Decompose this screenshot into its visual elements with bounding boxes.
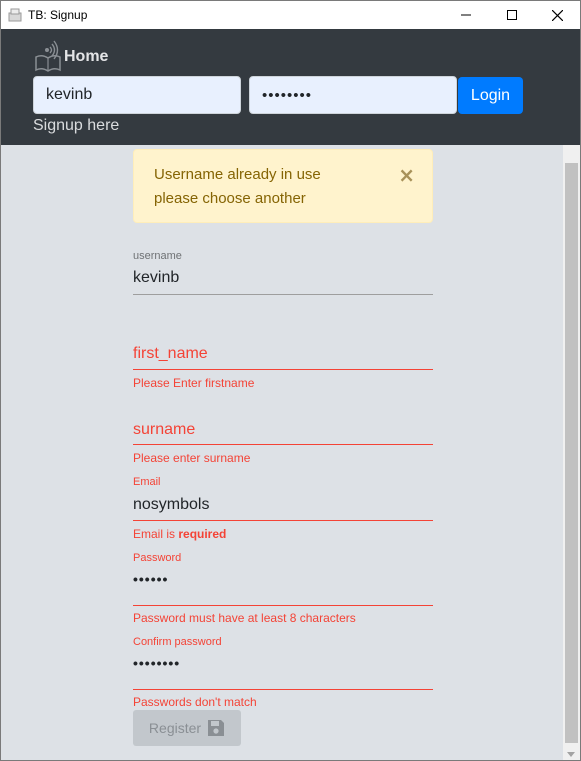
email-underline [133,520,433,521]
scroll-down-arrow-icon[interactable] [567,752,575,757]
confirm-password-value: •••••••• [133,655,181,671]
login-password-value: •••••••• [262,86,313,104]
password-label: Password [133,552,182,564]
floppy-disk-icon [208,720,225,736]
surname-error: Please enter surname [133,451,251,465]
username-value: kevinb [133,269,180,286]
scrollbar-thumb[interactable] [565,163,578,743]
username-taken-alert: Username already in use please choose an… [133,149,433,223]
maximize-icon [507,10,517,20]
first-name-error: Please Enter firstname [133,376,255,390]
login-button[interactable]: Login [458,77,523,114]
book-signal-icon [35,40,61,72]
email-error-text: Email is [133,527,179,541]
signup-link[interactable]: Signup here [33,117,119,135]
surname-placeholder: surname [133,421,196,438]
login-password-input[interactable]: •••••••• [249,76,457,114]
navbar: Home kevinb •••••••• Login Signup here [1,29,580,145]
app-icon [8,8,22,22]
first-name-field[interactable]: first_name Please Enter firstname [133,343,433,393]
email-error: Email is required [133,527,226,541]
title-bar: TB: Signup [1,1,580,29]
app-window: TB: Signup Home kevinb •••••••• Login Si… [0,0,581,761]
email-label: Email [133,476,161,488]
username-underline [133,294,433,295]
alert-line-2: please choose another [154,190,306,207]
alert-close-icon[interactable]: × [398,163,415,187]
vertical-scrollbar[interactable] [563,145,580,760]
close-window-button[interactable] [534,1,580,29]
username-field[interactable]: username kevinb [133,249,433,297]
minimize-button[interactable] [443,1,489,29]
password-error: Password must have at least 8 characters [133,611,356,625]
password-underline [133,605,433,606]
close-icon [551,9,563,21]
maximize-button[interactable] [489,1,535,29]
email-value: nosymbols [133,496,210,513]
surname-underline [133,444,433,445]
first-name-underline [133,369,433,370]
email-field[interactable]: Email nosymbols Email is required [133,475,433,543]
email-error-strong: required [178,527,227,541]
username-label: username [133,250,182,262]
window-title: TB: Signup [28,8,88,22]
password-field[interactable]: Password •••••• Password must have at le… [133,551,433,627]
alert-line-1: Username already in use [154,166,321,183]
register-button[interactable]: Register [133,710,241,746]
confirm-password-underline [133,689,433,690]
register-label: Register [148,720,202,736]
minimize-icon [461,14,471,16]
login-username-input[interactable]: kevinb [33,76,241,114]
first-name-placeholder: first_name [133,345,208,362]
confirm-password-field[interactable]: Confirm password •••••••• Passwords don'… [133,635,433,711]
brand-label: Home [64,48,109,65]
home-link[interactable]: Home [33,39,108,73]
confirm-password-error: Passwords don't match [133,695,257,709]
confirm-password-label: Confirm password [133,636,222,648]
password-value: •••••• [133,571,169,587]
surname-field[interactable]: surname Please enter surname [133,419,433,469]
login-username-value: kevinb [46,86,93,103]
